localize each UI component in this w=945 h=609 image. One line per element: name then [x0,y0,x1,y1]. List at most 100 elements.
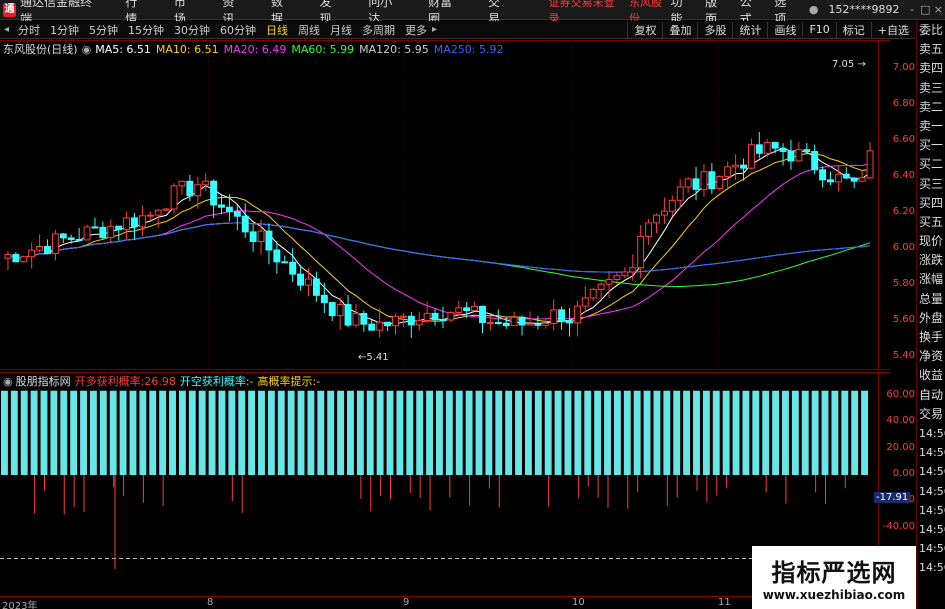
candle[interactable] [241,203,249,238]
period-1min[interactable]: 1分钟 [45,22,84,38]
candle[interactable] [320,282,328,313]
candle[interactable] [684,177,692,193]
candle[interactable] [447,311,455,323]
candle[interactable] [716,175,724,191]
candle[interactable] [779,143,787,166]
candle[interactable] [471,301,479,312]
candle[interactable] [4,251,12,271]
overlay-button[interactable]: 叠加 [662,21,697,38]
candle[interactable] [550,299,558,331]
candle[interactable] [352,303,360,328]
candle[interactable] [368,319,376,331]
candle[interactable] [336,297,344,330]
candle[interactable] [431,308,439,326]
candlestick-chart[interactable]: 7.05 → ←5.41 [0,40,890,370]
candle[interactable] [581,286,589,312]
candle[interactable] [44,239,51,255]
candle[interactable] [573,300,581,337]
candle[interactable] [827,171,834,185]
candle[interactable] [795,141,803,162]
candle[interactable] [850,177,858,189]
candle[interactable] [558,306,566,330]
candle[interactable] [202,173,210,191]
candle[interactable] [170,183,178,214]
candle[interactable] [91,217,99,229]
candle[interactable] [479,305,486,334]
multi-stock-button[interactable]: 多股 [697,21,732,38]
candle[interactable] [494,309,502,325]
candle[interactable] [75,228,83,242]
candle[interactable] [178,180,186,195]
candle[interactable] [771,141,779,154]
candle[interactable] [273,240,281,274]
period-15min[interactable]: 15分钟 [123,22,169,38]
candle[interactable] [747,138,755,170]
candle[interactable] [724,161,732,190]
candle[interactable] [233,205,241,231]
period-monthly[interactable]: 月线 [325,22,357,38]
candle[interactable] [59,232,67,244]
candle[interactable] [115,225,123,241]
candle[interactable] [281,255,289,264]
period-more[interactable]: 更多 [400,22,432,38]
candle[interactable] [439,306,447,329]
candle[interactable] [811,144,819,175]
candle[interactable] [819,166,827,188]
candle[interactable] [312,271,320,302]
candle[interactable] [360,310,368,332]
candle[interactable] [20,255,28,263]
candle[interactable] [83,224,91,241]
candle[interactable] [265,223,273,265]
period-fenshi[interactable]: 分时 [13,22,45,38]
candle[interactable] [668,195,676,217]
candle[interactable] [842,167,850,180]
candle[interactable] [866,141,874,180]
candle[interactable] [305,268,312,297]
candle[interactable] [708,162,716,195]
period-30min[interactable]: 30分钟 [169,22,215,38]
candle[interactable] [194,177,202,209]
candle[interactable] [621,267,629,279]
candle[interactable] [510,311,518,327]
f10-button[interactable]: F10 [802,23,835,36]
candle[interactable] [518,315,526,336]
draw-line-button[interactable]: 画线 [767,21,802,38]
candle[interactable] [645,218,653,245]
candle[interactable] [51,229,59,261]
candle[interactable] [676,178,684,209]
candle[interactable] [107,219,115,244]
candle[interactable] [289,248,297,283]
candle[interactable] [589,288,597,301]
candle[interactable] [28,242,36,269]
period-5min[interactable]: 5分钟 [84,22,123,38]
candle[interactable] [732,154,740,181]
candle[interactable] [12,251,20,263]
candle[interactable] [700,164,708,197]
period-multi[interactable]: 多周期 [357,22,400,38]
candle[interactable] [138,205,146,236]
minimize-button[interactable]: - [905,3,918,16]
candle[interactable] [787,139,795,170]
period-daily[interactable]: 日线 [261,22,293,38]
candle[interactable] [542,318,550,329]
candle[interactable] [249,224,257,252]
candle[interactable] [755,131,763,159]
candle[interactable] [534,315,542,330]
maximize-button[interactable]: □ [919,3,932,16]
candle[interactable] [660,197,668,224]
candle[interactable] [328,301,336,321]
candle[interactable] [653,213,660,234]
candle[interactable] [210,179,218,218]
candle[interactable] [123,211,131,241]
candle[interactable] [858,171,866,182]
candle[interactable] [344,295,352,328]
candle[interactable] [407,311,415,338]
user-icon[interactable]: ● [809,3,819,16]
candle[interactable] [131,213,138,241]
candle[interactable] [225,194,233,222]
add-favorite-button[interactable]: +自选 [870,21,915,38]
candle[interactable] [637,224,645,278]
period-weekly[interactable]: 周线 [293,22,325,38]
close-button[interactable]: × [932,3,945,16]
candle[interactable] [36,234,44,253]
